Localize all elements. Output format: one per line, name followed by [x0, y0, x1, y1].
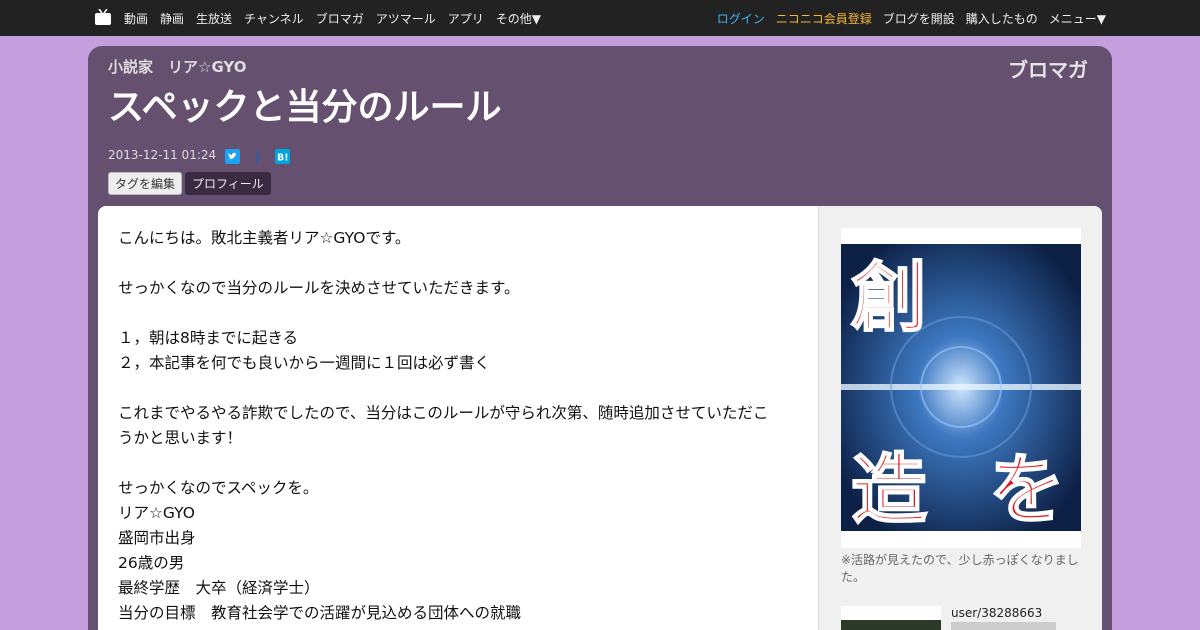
hatena-bookmark-icon[interactable]: B! [275, 149, 290, 164]
menu-dropdown[interactable]: メニュー▼ [1049, 10, 1106, 27]
article-line: 盛岡市出身 [118, 529, 196, 547]
main-content: こんにちは。敗北主義者リア☆GYOです。 せっかくなので当分のルールを決めさせて… [98, 206, 1102, 630]
purchased-link[interactable]: 購入したもの [966, 10, 1038, 27]
article-line: 当分の目標 教育社会学での活躍が見込める団体への就職 [118, 604, 522, 622]
blomaga-logo[interactable]: ブロマガ [1008, 56, 1092, 82]
author-name[interactable]: 小説家 リア☆GYO [108, 56, 247, 77]
article-spacer [118, 376, 798, 401]
facebook-share-icon[interactable] [250, 149, 265, 164]
nav-item-seiga[interactable]: 静画 [160, 10, 184, 27]
service-nav: 動画 静画 生放送 チャンネル ブロマガ アツマール アプリ その他▼ [124, 0, 553, 36]
article-spacer [118, 301, 798, 326]
nav-item-other-menu[interactable]: その他▼ [496, 10, 541, 27]
header-artwork: 創 造 を [841, 244, 1081, 531]
thumbnail-image [841, 620, 941, 630]
open-blog-link[interactable]: ブログを開設 [883, 10, 955, 27]
article-line: 26歳の男 [118, 554, 185, 572]
nav-item-app[interactable]: アプリ [448, 10, 484, 27]
login-link[interactable]: ログイン [717, 10, 765, 27]
svg-text:造: 造 [851, 445, 927, 531]
article-line: 最終学歴 大卒（経済学士） [118, 579, 320, 597]
article-title: スペックと当分のルール [108, 87, 502, 128]
svg-text:ブロマガ: ブロマガ [1008, 58, 1088, 82]
article-spacer [118, 251, 798, 276]
user-placeholder-bar [951, 622, 1056, 630]
twitter-share-icon[interactable] [225, 149, 240, 164]
post-date: 2013-12-11 01:24 [108, 148, 217, 162]
article-spacer [118, 451, 798, 476]
nav-item-blomaga[interactable]: ブロマガ [316, 10, 364, 27]
nav-item-channel[interactable]: チャンネル [244, 10, 304, 27]
article-line: こんにちは。敗北主義者リア☆GYOです。 [118, 229, 411, 247]
register-link[interactable]: ニコニコ会員登録 [776, 10, 872, 27]
article-line: これまでやるやる詐欺でしたので、当分はこのルールが守られ次第、随時追加させていた… [118, 404, 769, 422]
image-caption: ※活路が見えたので、少し赤っぽくなりました。 [841, 553, 1079, 584]
svg-text:創: 創 [851, 253, 927, 342]
user-thumbnail[interactable] [841, 606, 941, 630]
sidebar: 創 造 を ※活路が見えたので、少し赤っぽくなりました。 user/382886… [818, 206, 1102, 630]
blog-header-image[interactable]: 創 造 を [841, 228, 1081, 548]
article-line: せっかくなのでスペックを。 [118, 479, 319, 497]
profile-button[interactable]: プロフィール [185, 172, 271, 195]
account-nav: ログイン ニコニコ会員登録 ブログを開設 購入したもの メニュー▼ [706, 0, 1106, 36]
nav-item-live[interactable]: 生放送 [196, 10, 232, 27]
nav-item-atsumaru[interactable]: アツマール [376, 10, 436, 27]
article-line: せっかくなので当分のルールを決めさせていただきます。 [118, 279, 520, 297]
user-id[interactable]: user/38288663 [951, 606, 1042, 620]
svg-text:を: を [989, 445, 1065, 531]
article-line: ２，本記事を何でも良いから一週間に１回は必ず書く [118, 354, 491, 372]
article-line: リア☆GYO [118, 504, 195, 522]
article-line: うかと思います！ [118, 429, 243, 447]
article-line: １，朝は8時までに起きる [118, 329, 299, 347]
top-nav-bar: 動画 静画 生放送 チャンネル ブロマガ アツマール アプリ その他▼ ログイン… [0, 0, 1200, 36]
niconico-tv-icon[interactable] [94, 9, 112, 26]
nav-item-video[interactable]: 動画 [124, 10, 148, 27]
article-body: こんにちは。敗北主義者リア☆GYOです。 せっかくなので当分のルールを決めさせて… [98, 206, 818, 630]
edit-tags-button[interactable]: タグを編集 [108, 172, 183, 195]
svg-text:B!: B! [277, 153, 289, 164]
